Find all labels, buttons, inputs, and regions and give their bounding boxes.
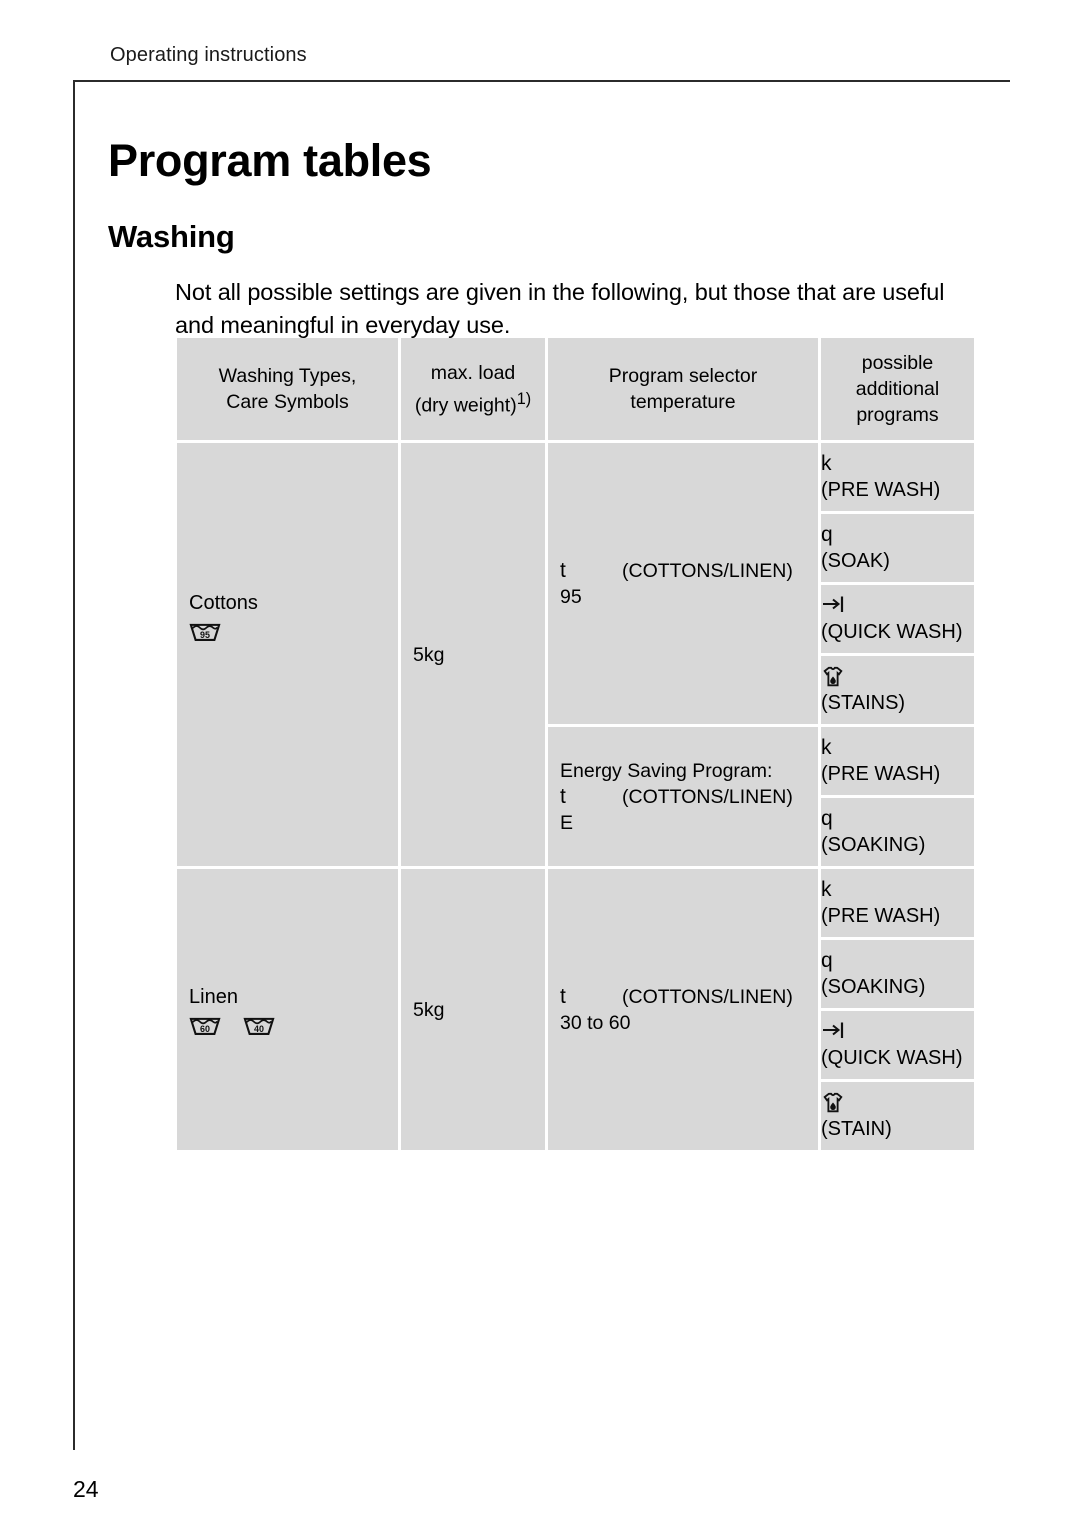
left-margin-rule (73, 80, 75, 1450)
header-additional-line1: possible (861, 352, 934, 374)
max-load-value: 5kg (413, 998, 445, 1021)
table-row: Linen 60 40 5kg t (COTTONS/LINEN) 30 to … (177, 869, 974, 1150)
cell-additional-program: q (SOAKING) (821, 940, 974, 1008)
additional-program-label: (QUICK WASH) (821, 621, 963, 643)
program-selector-label: (COTTONS/LINEN) (622, 985, 793, 1008)
page-number: 24 (73, 1476, 99, 1502)
wash-tub-temp-60: 60 (200, 1024, 210, 1034)
header-max-load: max. load (dry weight)1) (401, 338, 545, 440)
program-selector-line-1: t (COTTONS/LINEN) (560, 784, 806, 810)
stained-shirt-icon (821, 1091, 845, 1115)
additional-program-label: (STAIN) (821, 1118, 892, 1140)
cell-additional-program: k (PRE WASH) (821, 727, 974, 795)
header-washing-types: Washing Types, Care Symbols (177, 338, 398, 440)
program-selector-block: t (COTTONS/LINEN) 30 to 60 (548, 984, 818, 1036)
additional-program-symbol (821, 594, 974, 620)
header-washing-types-line2: Care Symbols (226, 391, 349, 413)
program-selector-block: Energy Saving Program: t (COTTONS/LINEN) … (548, 758, 818, 836)
additional-program-symbol: q (821, 807, 833, 830)
cell-additional-program: (QUICK WASH) (821, 585, 974, 653)
intro-paragraph: Not all possible settings are given in t… (175, 278, 945, 338)
header-additional-line2: additional (855, 378, 940, 400)
program-selector-label: (COTTONS/LINEN) (622, 559, 793, 582)
additional-program-symbol (821, 665, 974, 691)
cell-additional-program: q (SOAKING) (821, 798, 974, 866)
header-max-load-line1: max. load (430, 361, 516, 384)
header-additional-line3: programs (856, 404, 939, 426)
additional-program-label: (STAINS) (821, 692, 906, 714)
cell-washing-type: Cottons 95 (177, 443, 398, 866)
wash-tub-temp-95: 95 (200, 630, 210, 640)
cell-max-load: 5kg (401, 443, 545, 866)
additional-program-symbol: q (821, 949, 833, 972)
program-selector-line-1: t (COTTONS/LINEN) (560, 984, 806, 1010)
additional-program-label: (PRE WASH) (821, 763, 941, 785)
max-load-value: 5kg (413, 643, 445, 666)
additional-program-symbol (821, 1091, 974, 1117)
cell-washing-type: Linen 60 40 (177, 869, 398, 1150)
washing-type-block: Cottons 95 (189, 591, 258, 641)
additional-program-label: (PRE WASH) (821, 479, 941, 501)
footnote-marker: 1) (516, 389, 532, 408)
additional-program-symbol: k (821, 452, 832, 475)
quick-wash-arrow-icon (821, 1021, 847, 1041)
page-title: Program tables (108, 135, 432, 187)
cell-max-load: 5kg (401, 869, 545, 1150)
cell-additional-program: k (PRE WASH) (821, 443, 974, 511)
additional-program-label: (SOAKING) (821, 976, 926, 998)
wash-tub-40-icon: 40 (243, 1013, 275, 1035)
section-title: Washing (108, 218, 235, 254)
care-symbol-group: 60 40 (189, 1013, 275, 1035)
program-selector-prefix: Energy Saving Program: (560, 759, 773, 782)
program-selector-suffix: E (560, 811, 574, 834)
additional-program-label: (SOAKING) (821, 834, 926, 856)
running-head: Operating instructions (110, 44, 307, 66)
program-selector-line-1: t (COTTONS/LINEN) (560, 558, 806, 584)
cell-program-selector: t (COTTONS/LINEN) 95 (548, 443, 818, 724)
washing-type-name: Linen (189, 985, 238, 1008)
additional-program-symbol: k (821, 736, 832, 759)
header-program-selector-line2: temperature (630, 391, 736, 413)
additional-program-symbol (821, 1020, 974, 1046)
table-row: Cottons 95 5kg t (COTTONS/LINEN) 95 k (P… (177, 443, 974, 866)
table-header-row: Washing Types, Care Symbols max. load (d… (177, 338, 974, 440)
quick-wash-arrow-icon (821, 595, 847, 615)
program-table: Washing Types, Care Symbols max. load (d… (174, 335, 977, 1153)
header-washing-types-line1: Washing Types, (218, 365, 357, 387)
cell-program-selector: Energy Saving Program: t (COTTONS/LINEN) … (548, 727, 818, 866)
program-selector-block: t (COTTONS/LINEN) 95 (548, 558, 818, 610)
washing-type-block: Linen 60 40 (189, 985, 275, 1035)
washing-type-name: Cottons (189, 591, 258, 614)
program-selector-temperature: 30 to 60 (560, 1011, 631, 1034)
header-program-selector-line1: Program selector (608, 365, 758, 387)
header-max-load-line2: (dry weight)1) (401, 386, 545, 419)
stained-shirt-icon (821, 665, 845, 689)
additional-program-label: (QUICK WASH) (821, 1047, 963, 1069)
cell-additional-program: (QUICK WASH) (821, 1011, 974, 1079)
wash-tub-temp-40: 40 (254, 1024, 264, 1034)
cell-additional-program: (STAINS) (821, 656, 974, 724)
cell-additional-program: k (PRE WASH) (821, 869, 974, 937)
header-additional-programs: possible additional programs (821, 338, 974, 440)
wash-tub-95-icon: 95 (189, 619, 221, 641)
program-selector-temperature: 95 (560, 585, 582, 608)
additional-program-label: (SOAK) (821, 550, 890, 572)
cell-additional-program: (STAIN) (821, 1082, 974, 1150)
program-selector-symbol: t (560, 558, 566, 582)
cell-additional-program: q (SOAK) (821, 514, 974, 582)
additional-program-symbol: k (821, 878, 832, 901)
cell-program-selector: t (COTTONS/LINEN) 30 to 60 (548, 869, 818, 1150)
header-program-selector: Program selector temperature (548, 338, 818, 440)
header-dry-weight-text: (dry weight) (414, 394, 517, 417)
care-symbol-group: 95 (189, 619, 258, 641)
additional-program-label: (PRE WASH) (821, 905, 941, 927)
program-selector-symbol: t (560, 784, 566, 808)
program-selector-symbol: t (560, 984, 566, 1008)
header-rule (73, 80, 1010, 82)
additional-program-symbol: q (821, 523, 833, 546)
program-selector-label: (COTTONS/LINEN) (622, 785, 793, 808)
wash-tub-60-icon: 60 (189, 1013, 221, 1035)
